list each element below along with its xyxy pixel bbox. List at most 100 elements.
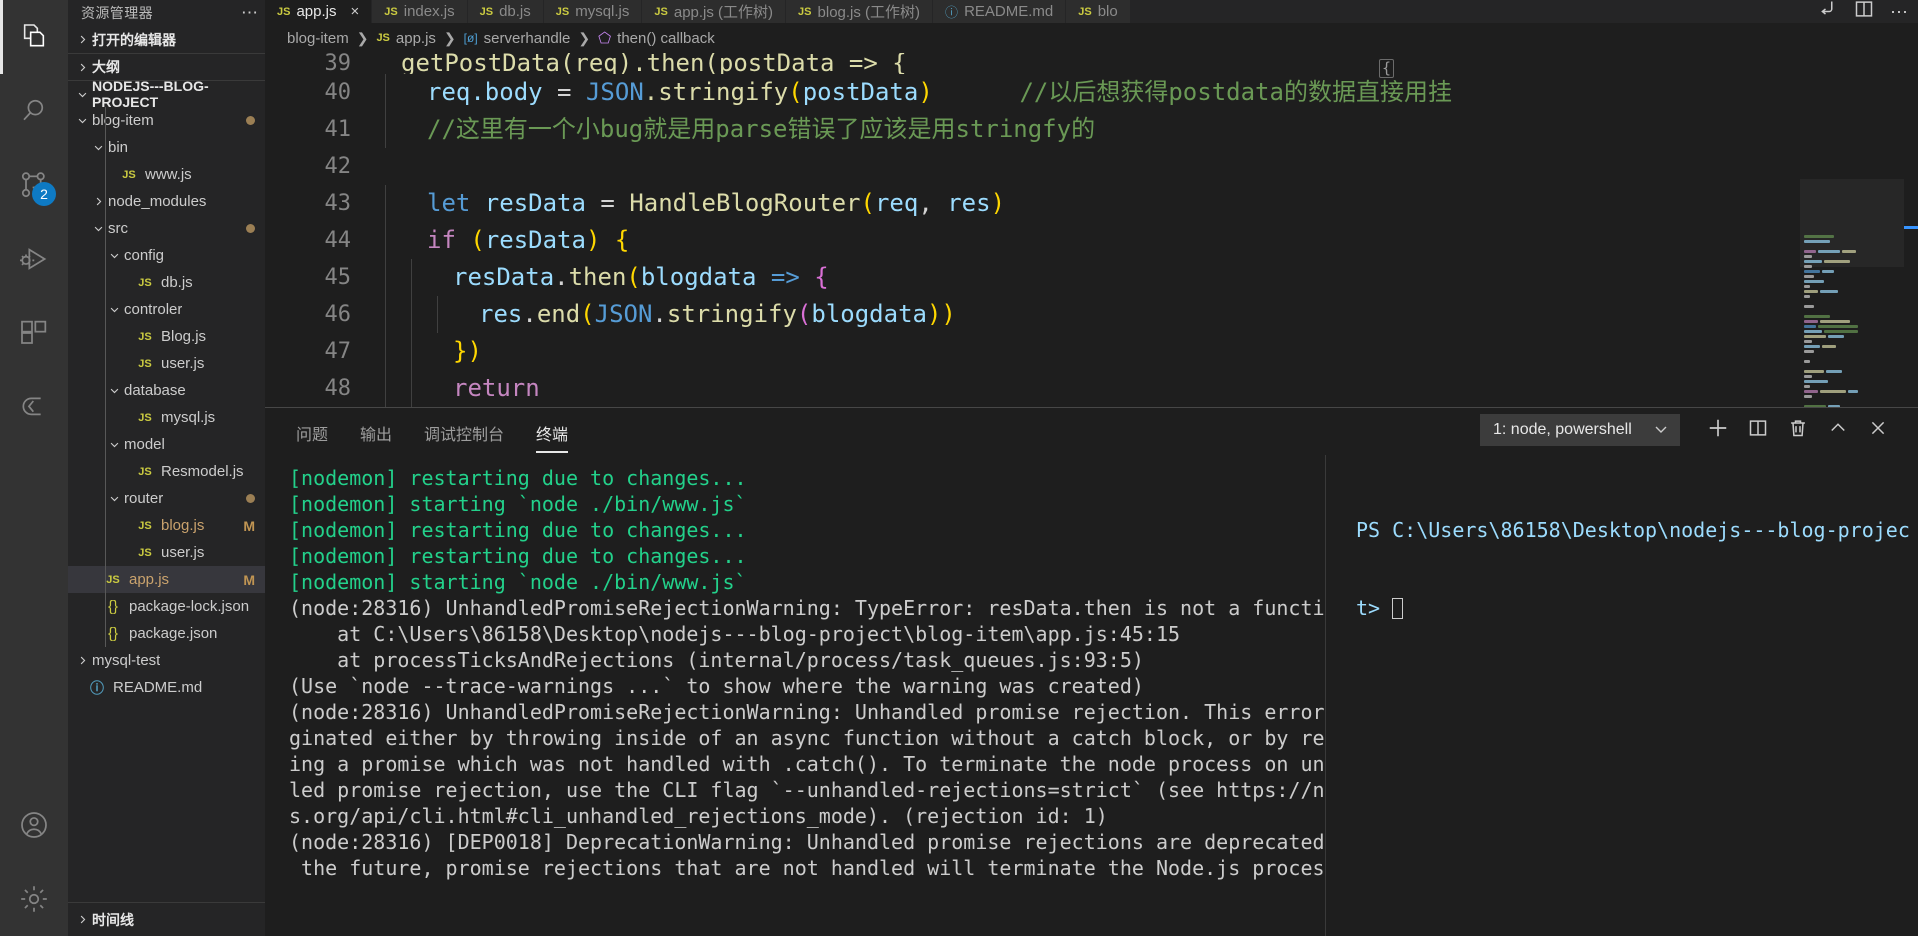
tree-item-app-js[interactable]: JS app.js M: [68, 566, 265, 593]
vscode-window: 2 资源管理器 ⋯ 打开的编辑器 大纲 NODEJS---BLOG-PROJEC…: [0, 0, 1918, 936]
terminal-selector-dropdown[interactable]: 1: node, powershell: [1480, 414, 1680, 446]
tree-item-package-lock-json[interactable]: {} package-lock.json: [68, 593, 265, 620]
code-token: .stringify: [643, 78, 789, 106]
js-file-icon: JS: [1078, 5, 1092, 18]
tab-label: db.js: [499, 3, 531, 20]
breadcrumb-item-file[interactable]: JS app.js: [376, 30, 436, 47]
tree-item-mysql-test[interactable]: mysql-test: [68, 647, 265, 674]
close-panel-button[interactable]: [1858, 413, 1898, 447]
split-terminal-button[interactable]: [1738, 413, 1778, 447]
code-token: return: [453, 374, 540, 402]
kill-terminal-button[interactable]: [1778, 413, 1818, 447]
minimap-line: [1800, 365, 1904, 369]
main-editor-area: JS app.js × JS index.js JS db.js JS mysql.js JS ap…: [265, 0, 1918, 936]
tree-item-label: model: [124, 436, 165, 453]
tree-item-model[interactable]: model: [68, 431, 265, 458]
activity-item-explorer[interactable]: [0, 0, 68, 74]
panel-tab-terminal[interactable]: 终端: [526, 421, 578, 455]
tree-item-database[interactable]: database: [68, 377, 265, 404]
tab-close-icon[interactable]: ×: [351, 3, 360, 20]
more-actions-icon[interactable]: ⋯: [1890, 3, 1908, 21]
tree-item-user-js[interactable]: JS user.js: [68, 539, 265, 566]
close-icon: [1868, 418, 1888, 443]
code-token: JSON: [585, 78, 644, 106]
code-token: .: [652, 300, 667, 328]
editor-tab-db-js[interactable]: JS db.js: [467, 0, 544, 23]
tree-item-blog-item[interactable]: blog-item: [68, 107, 265, 134]
tree-item-package-json[interactable]: {} package.json: [68, 620, 265, 647]
terminal-cursor: [1392, 598, 1404, 619]
minimap-line: [1800, 330, 1904, 334]
maximize-panel-button[interactable]: [1818, 413, 1858, 447]
js-file-icon: JS: [798, 5, 812, 18]
breadcrumb-item-symbol-module[interactable]: [ø] serverhandle: [464, 30, 571, 47]
gear-icon: [18, 883, 50, 915]
editor-tab-blo[interactable]: JS blo: [1066, 0, 1131, 23]
editor-overview-ruler[interactable]: [1904, 53, 1918, 407]
activity-item-extensions[interactable]: [0, 296, 68, 370]
tree-item-label: blog-item: [92, 112, 154, 129]
line-number: 41: [324, 117, 352, 142]
sidebar-section-outline[interactable]: 大纲: [68, 53, 265, 80]
panel-tab-output[interactable]: 输出: [350, 421, 402, 455]
activity-item-search[interactable]: [0, 74, 68, 148]
minimap-line: [1800, 300, 1904, 304]
editor-tab-app-js-[interactable]: JS app.js (工作树): [642, 0, 787, 23]
tree-item-www-js[interactable]: JS www.js: [68, 161, 265, 188]
tree-item-blog-js[interactable]: JS Blog.js: [68, 323, 265, 350]
breadcrumb-item-folder[interactable]: blog-item: [287, 30, 349, 47]
panel-tab-problems[interactable]: 问题: [286, 421, 338, 455]
editor-tab-app-js[interactable]: JS app.js ×: [265, 0, 373, 23]
code-token: then: [568, 263, 627, 291]
split-editor-icon[interactable]: [1854, 0, 1874, 23]
panel-tab-debug-console[interactable]: 调试控制台: [414, 421, 514, 455]
activity-item-remote-explorer[interactable]: [0, 370, 68, 444]
tree-item-router[interactable]: router: [68, 485, 265, 512]
tree-item-resmodel-js[interactable]: JS Resmodel.js: [68, 458, 265, 485]
sidebar-section-timeline[interactable]: 时间线: [68, 902, 265, 936]
terminal-pane-left[interactable]: [nodemon] restarting due to changes... [n…: [265, 455, 1325, 936]
code-line: 45 resData.then(blogdata => {: [265, 259, 1918, 296]
tree-item-mysql-js[interactable]: JS mysql.js: [68, 404, 265, 431]
editor-tab-readme-md[interactable]: ⓘ README.md: [933, 0, 1067, 23]
remote-icon: [18, 391, 50, 423]
code-editor[interactable]: 39 getPostData(req).then(postData => { 4…: [265, 53, 1918, 407]
tree-item-config[interactable]: config: [68, 242, 265, 269]
split-editor-down-icon[interactable]: [1818, 0, 1838, 23]
editor-tab-blog-js-[interactable]: JS blog.js (工作树): [786, 0, 934, 23]
activity-bar: 2: [0, 0, 68, 936]
tree-item-readme-md[interactable]: ⓘ README.md: [68, 674, 265, 701]
minimap-line: [1800, 390, 1904, 394]
tree-item-blog-js[interactable]: JS blog.js M: [68, 512, 265, 539]
activity-item-source-control[interactable]: 2: [0, 148, 68, 222]
activity-item-manage[interactable]: [0, 862, 68, 936]
terminal-pane-right[interactable]: PS C:\Users\86158\Desktop\nodejs---blog-…: [1325, 455, 1918, 936]
editor-tab-mysql-js[interactable]: JS mysql.js: [543, 0, 643, 23]
js-file-icon: JS: [277, 5, 291, 18]
terminal-body[interactable]: [nodemon] restarting due to changes... [n…: [265, 455, 1918, 936]
tree-item-src[interactable]: src: [68, 215, 265, 242]
sidebar-section-workspace[interactable]: NODEJS---BLOG-PROJECT: [68, 78, 265, 110]
breadcrumb-label: blog-item: [287, 29, 349, 47]
tree-item-db-js[interactable]: JS db.js: [68, 269, 265, 296]
breadcrumb-item-symbol-function[interactable]: ⬠ then() callback: [598, 29, 715, 48]
code-line: 39 getPostData(req).then(postData => {: [265, 53, 1918, 74]
chevron-right-icon: ❯: [356, 29, 369, 46]
minimap-line: [1800, 340, 1904, 344]
tree-item-bin[interactable]: bin: [68, 134, 265, 161]
code-token: (: [788, 78, 803, 106]
tree-item-controler[interactable]: controler: [68, 296, 265, 323]
js-file-icon: JS: [479, 5, 494, 18]
editor-tab-index-js[interactable]: JS index.js: [372, 0, 468, 23]
sidebar-more-actions-icon[interactable]: ⋯: [241, 4, 259, 21]
minimap-slider[interactable]: [1800, 179, 1904, 267]
tree-item-node-modules[interactable]: node_modules: [68, 188, 265, 215]
tree-item-user-js[interactable]: JS user.js: [68, 350, 265, 377]
editor-minimap[interactable]: [1800, 53, 1904, 407]
activity-item-accounts[interactable]: [0, 788, 68, 862]
js-file-icon: JS: [138, 276, 152, 289]
tree-item-label: user.js: [161, 355, 205, 372]
new-terminal-button[interactable]: [1698, 413, 1738, 447]
sidebar-section-open-editors[interactable]: 打开的编辑器: [68, 26, 265, 53]
activity-item-run-and-debug[interactable]: [0, 222, 68, 296]
